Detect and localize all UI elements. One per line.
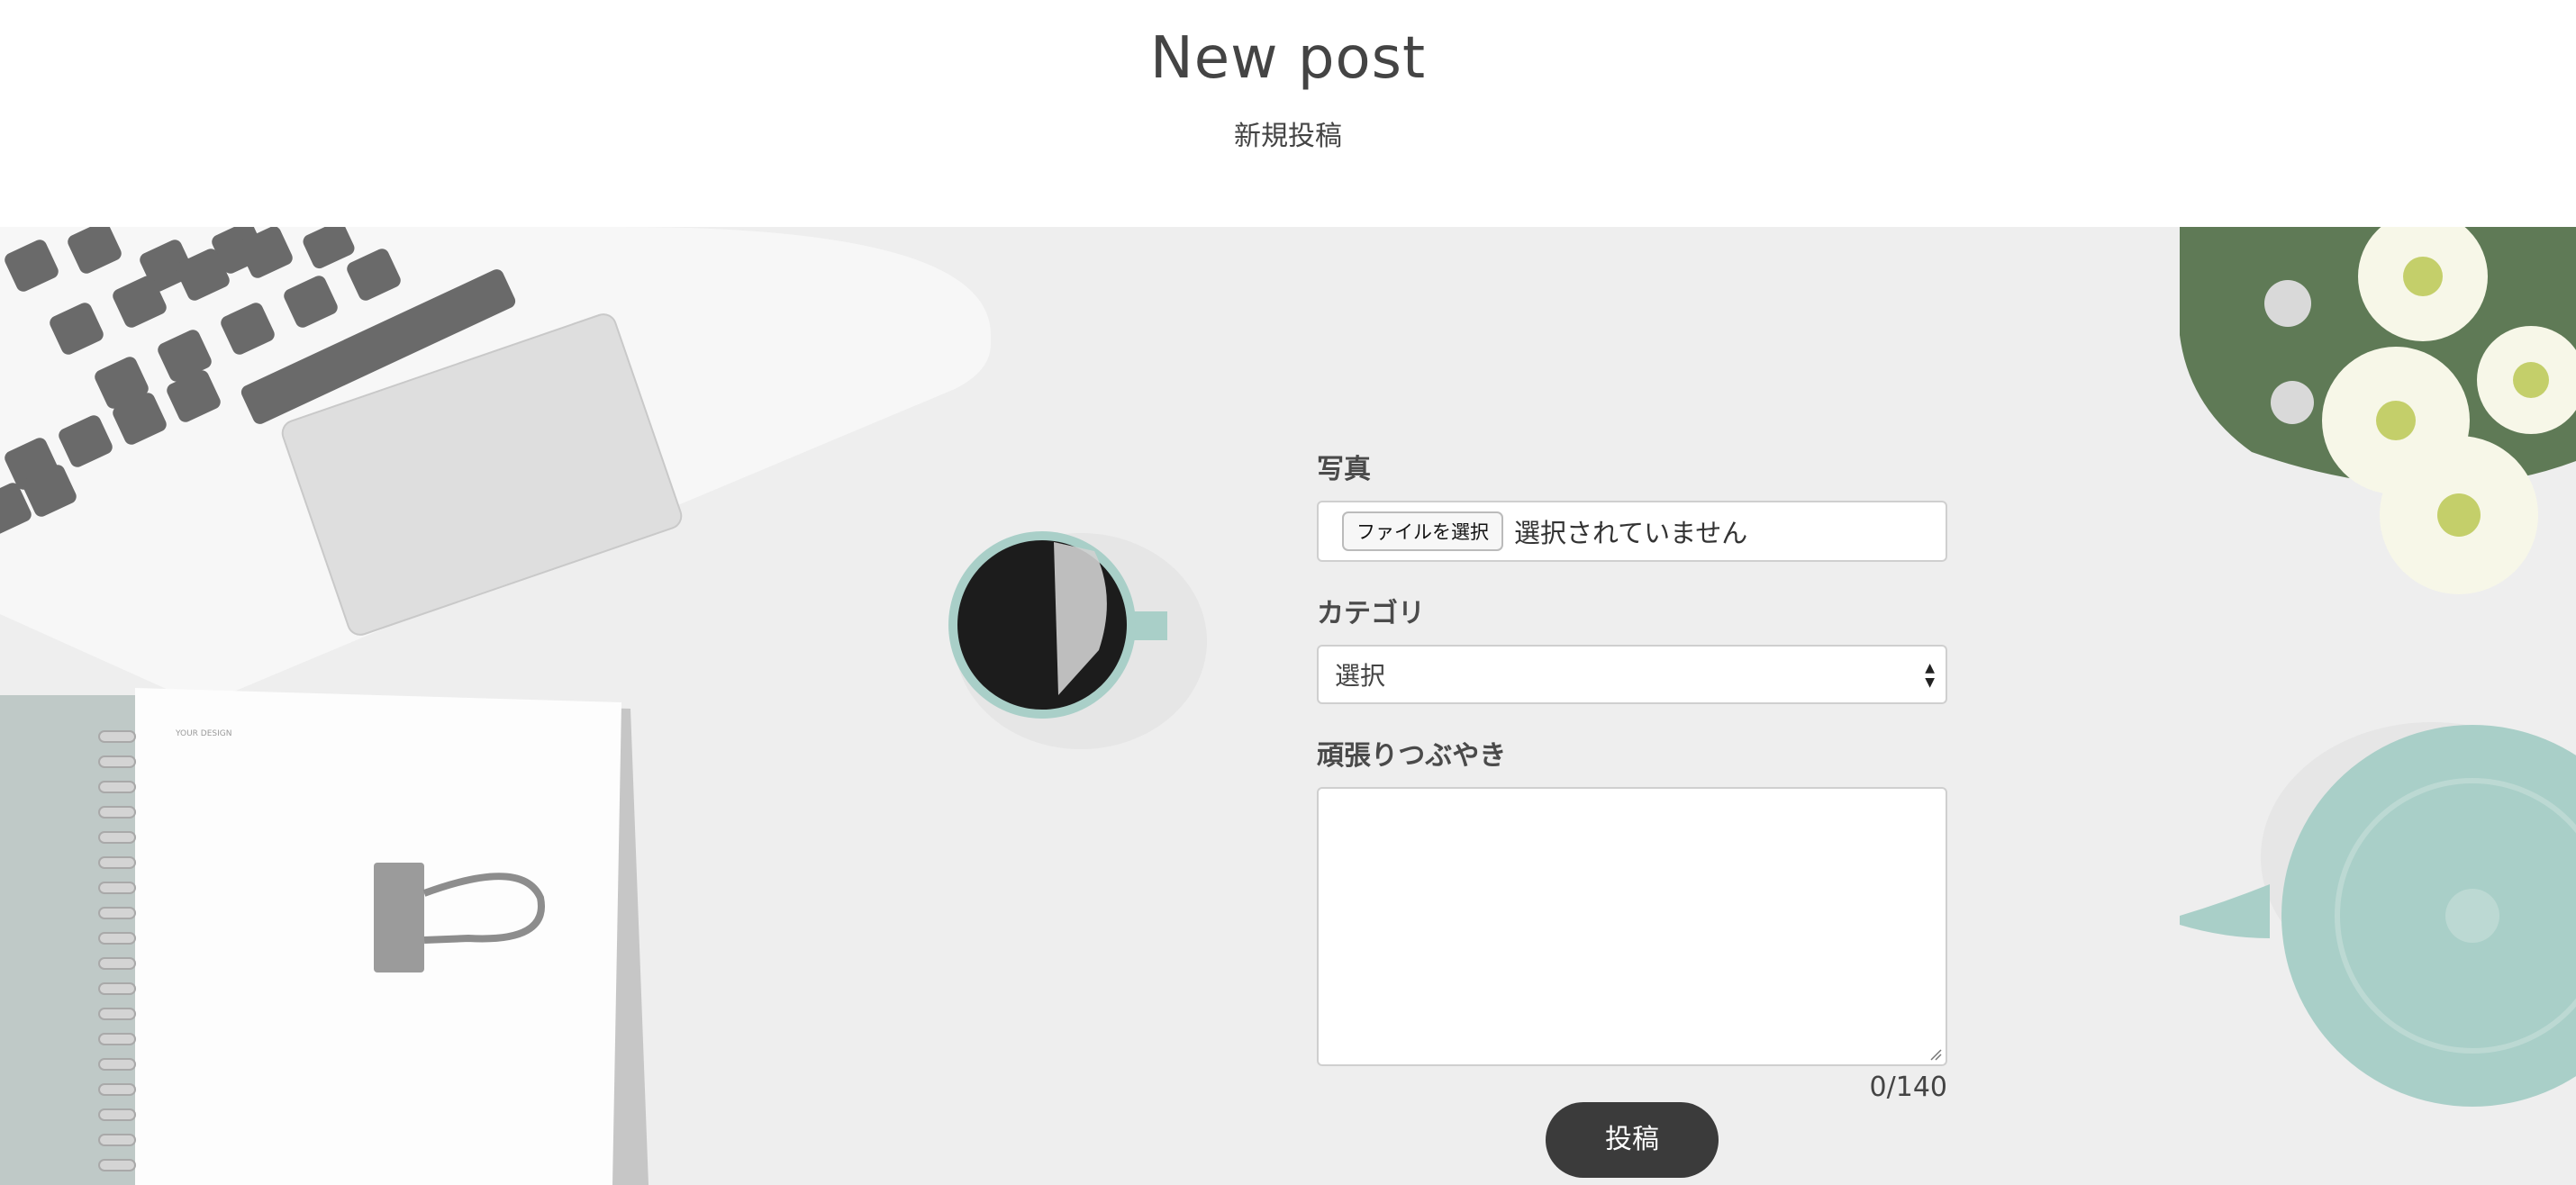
submit-post-button[interactable]: 投稿 (1546, 1102, 1719, 1178)
flowers-illustration (2180, 227, 2576, 594)
page-title: New post (1149, 25, 1427, 92)
category-label: カテゴリ (1317, 598, 1425, 629)
category-select[interactable]: 選択 ▲ ▼ (1317, 645, 1947, 704)
tweet-textarea[interactable] (1317, 787, 1947, 1066)
page-header: New post 新規投稿 (0, 0, 2576, 227)
post-form: 写真 ファイルを選択 選択されていません カテゴリ 選択 ▲ ▼ 頑張りつぶやき … (1317, 452, 1947, 1178)
file-status-text: 選択されていません (1514, 518, 1748, 548)
character-counter: 0/140 (1869, 1072, 1947, 1103)
desk-illustration: YOUR DESIGN (0, 227, 2576, 1185)
select-arrows-icon: ▲ ▼ (1925, 661, 1935, 690)
category-selected-value: 選択 (1335, 661, 1386, 691)
notebook-text: YOUR DESIGN (175, 729, 231, 738)
background-scene: YOUR DESIGN 写真 ファイルを選択 選択されていません カテゴリ 選択… (0, 227, 2576, 1185)
coffee-cup-illustration (948, 531, 1207, 749)
photo-file-input[interactable]: ファイルを選択 選択されていません (1317, 501, 1947, 562)
file-select-button[interactable]: ファイルを選択 (1342, 511, 1503, 551)
teapot-illustration (2180, 722, 2576, 1107)
tweet-label: 頑張りつぶやき (1317, 740, 1507, 772)
laptop-illustration (0, 227, 991, 700)
notebook-illustration: YOUR DESIGN (0, 688, 649, 1185)
resize-grip-icon[interactable] (1927, 1046, 1942, 1061)
page-subtitle: 新規投稿 (1234, 121, 1342, 152)
photo-label: 写真 (1317, 454, 1371, 485)
